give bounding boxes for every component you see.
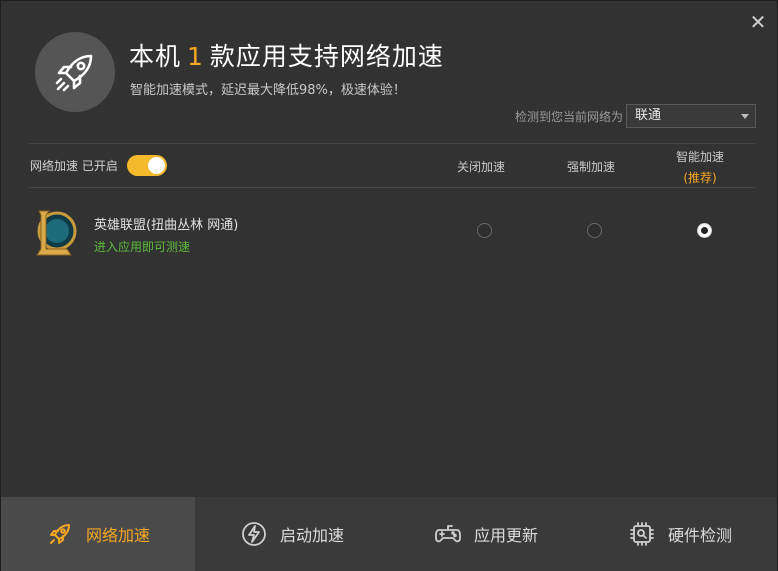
network-select[interactable]: 联通: [626, 104, 756, 128]
chip-icon: [630, 522, 654, 546]
supported-app-count: 1: [187, 42, 204, 71]
league-of-legends-icon: [31, 207, 77, 259]
network-detect-label: 检测到您当前网络为: [515, 110, 624, 124]
divider: [29, 187, 755, 188]
radio-mode-smart[interactable]: [697, 223, 712, 238]
divider: [29, 143, 755, 144]
nav-hardware-check[interactable]: 硬件检测: [583, 497, 777, 571]
column-header-force: 强制加速: [567, 160, 616, 174]
toggle-knob: [148, 157, 165, 174]
nav-label: 应用更新: [473, 526, 538, 545]
column-header-smart-label: 智能加速: [676, 150, 725, 164]
bottom-nav: 网络加速 启动加速 应用更新 硬件检测: [1, 497, 777, 571]
title-suffix: 款应用支持网络加速: [209, 42, 444, 71]
column-header-smart: 智能加速 (推荐): [676, 148, 724, 186]
page-subtitle: 智能加速模式，延迟最大降低98%，极速体验！: [130, 83, 406, 98]
nav-startup-acceleration[interactable]: 启动加速: [195, 497, 389, 571]
rocket-badge: [35, 32, 115, 112]
app-name: 英雄联盟(扭曲丛林 网通): [94, 218, 239, 233]
chevron-down-icon: [741, 114, 749, 119]
rocket-icon: [55, 54, 93, 92]
title-prefix: 本机: [129, 42, 182, 71]
radio-mode-force[interactable]: [587, 223, 602, 238]
close-icon: ✕: [749, 10, 767, 34]
nav-network-acceleration[interactable]: 网络加速: [1, 497, 195, 571]
column-header-off: 关闭加速: [457, 160, 506, 174]
acceleration-toggle-label: 网络加速 已开启: [30, 159, 118, 173]
radio-mode-off[interactable]: [477, 223, 492, 238]
nav-label: 启动加速: [279, 526, 344, 545]
rocket-icon: [49, 524, 70, 544]
app-window: ✕ 本机 1 款应用支持网络加速 智能加速模式，延迟最大降低98%，极速体验！ 检测…: [0, 0, 778, 571]
acceleration-toggle[interactable]: [127, 155, 167, 176]
page-title: 本机 1 款应用支持网络加速: [129, 37, 444, 73]
nav-label: 硬件检测: [667, 526, 732, 545]
gamepad-icon: [435, 525, 461, 543]
network-select-value: 联通: [635, 108, 662, 123]
app-hint: 进入应用即可测速: [94, 240, 191, 254]
recommended-tag: (推荐): [683, 171, 717, 185]
lightning-icon: [242, 522, 266, 546]
nav-label: 网络加速: [85, 526, 150, 545]
close-button[interactable]: ✕: [749, 10, 767, 34]
nav-app-update[interactable]: 应用更新: [389, 497, 583, 571]
